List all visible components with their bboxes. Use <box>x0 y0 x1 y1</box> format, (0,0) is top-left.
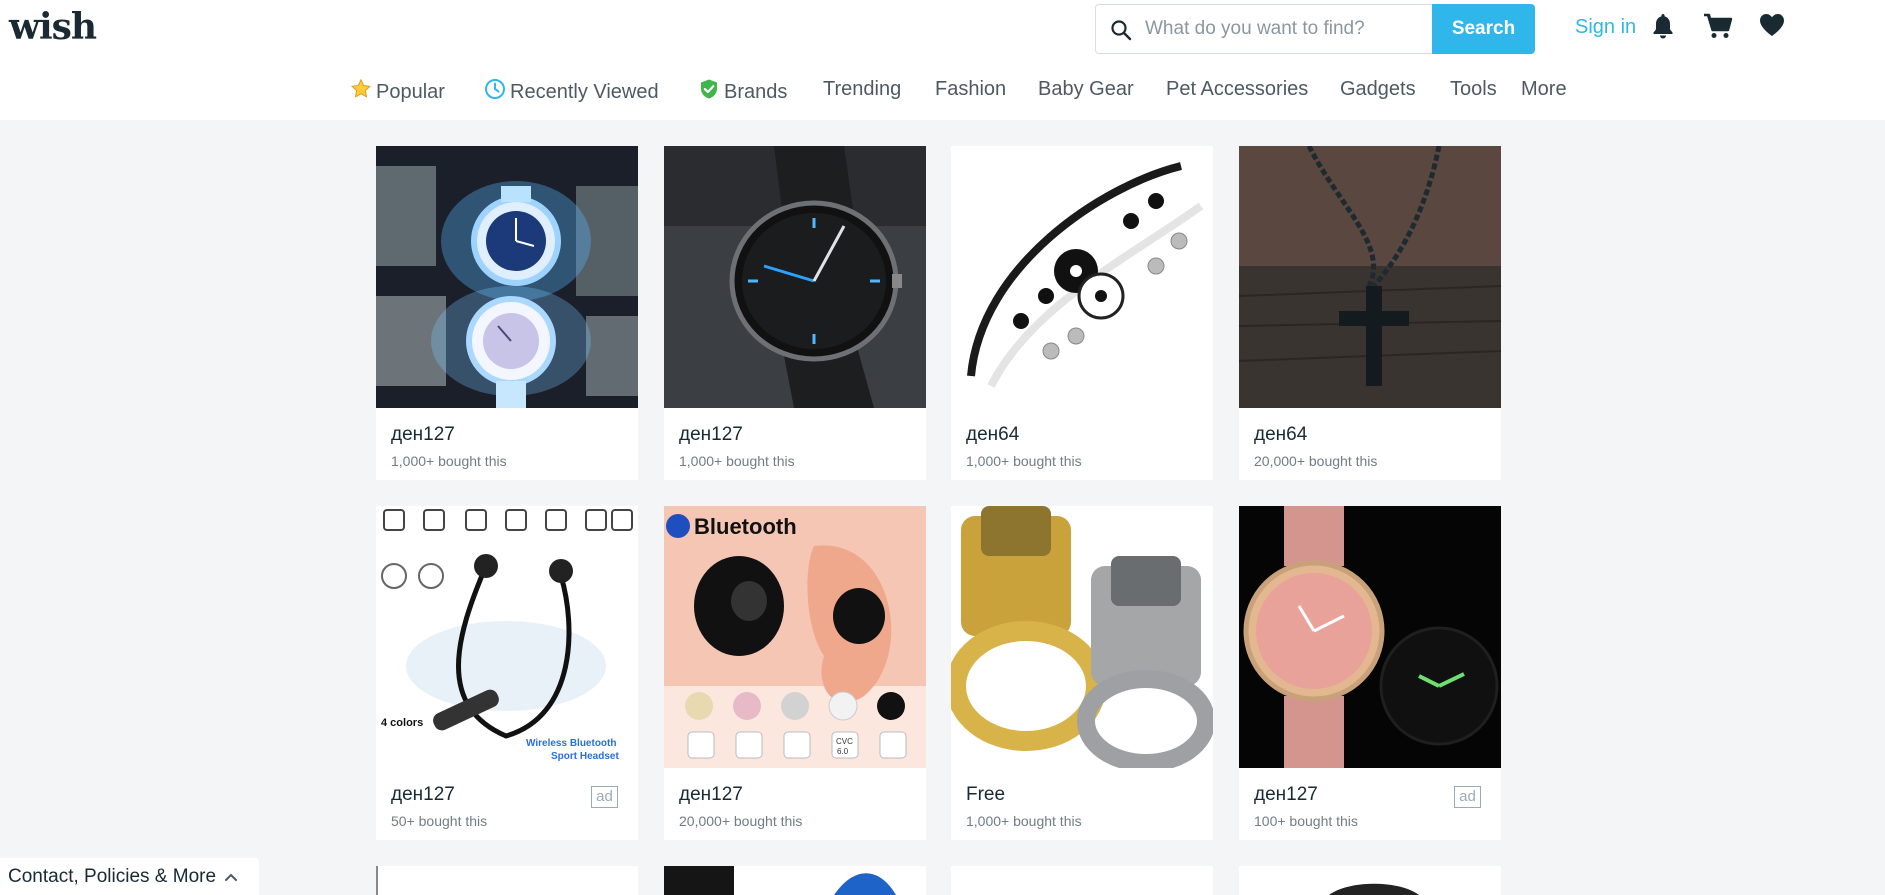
star-icon <box>350 78 376 106</box>
product-image-bluetooth-sport-headset[interactable]: 4 colors Wireless Bluetooth Sport Headse… <box>376 506 638 768</box>
product-bought-count: 1,000+ bought this <box>679 453 795 469</box>
nav-item-fashion[interactable]: Fashion <box>935 78 1006 101</box>
product-price: ден127 <box>679 784 743 805</box>
product-card[interactable] <box>951 866 1213 895</box>
nav-item-pet-accessories[interactable]: Pet Accessories <box>1166 78 1308 101</box>
chevron-up-icon <box>216 866 238 888</box>
cart-icon[interactable] <box>1703 12 1733 45</box>
wish-logo[interactable]: wish <box>9 6 97 48</box>
image-text-headset-line2: Sport Headset <box>551 751 619 762</box>
nav-label: Popular <box>376 80 445 103</box>
nav-label: Brands <box>724 80 788 103</box>
footer-label: Contact, Policies & More <box>8 865 217 887</box>
nav-label: Tools <box>1450 78 1497 100</box>
product-card[interactable] <box>664 866 926 895</box>
nav-label: Fashion <box>935 78 1007 100</box>
nav-label: Recently Viewed <box>510 80 659 103</box>
product-image-cross-necklace[interactable] <box>1239 146 1501 408</box>
heart-icon[interactable] <box>1758 12 1786 43</box>
nav-label: More <box>1521 78 1567 100</box>
image-text-colors: 4 colors <box>381 717 423 729</box>
product-image-yin-yang-bracelets[interactable] <box>951 146 1213 408</box>
footer-toggle[interactable]: Contact, Policies & More <box>0 858 259 895</box>
product-image-lighter-rings[interactable] <box>951 506 1213 768</box>
sign-in-link[interactable]: Sign in <box>1575 16 1636 39</box>
ad-badge: ad <box>1454 786 1481 808</box>
product-image-bluetooth-earbud[interactable]: Bluetooth CVC 6.0 <box>664 506 926 768</box>
image-text-headset-line1: Wireless Bluetooth <box>526 738 616 749</box>
product-price: ден127 <box>1254 784 1318 805</box>
nav-label: Baby Gear <box>1038 78 1134 100</box>
nav-label: Gadgets <box>1340 78 1416 100</box>
image-text-cvc: CVC <box>836 737 853 746</box>
nav-item-brands[interactable]: Brands <box>698 78 787 106</box>
product-bought-count: 50+ bought this <box>391 813 488 829</box>
product-bought-count: 20,000+ bought this <box>679 813 803 829</box>
search-box[interactable] <box>1095 4 1432 54</box>
product-bought-count: 1,000+ bought this <box>966 453 1082 469</box>
product-card[interactable]: 4 colors Wireless Bluetooth Sport Headse… <box>376 506 638 840</box>
product-image-partial <box>376 866 378 895</box>
product-image-partial <box>664 866 926 895</box>
product-bought-count: 20,000+ bought this <box>1254 453 1378 469</box>
product-card[interactable]: ден64 20,000+ bought this <box>1239 146 1501 480</box>
header: wish Search Sign in Popular Recently Vie… <box>0 0 1885 120</box>
search-input[interactable] <box>1145 5 1425 53</box>
nav-item-gadgets[interactable]: Gadgets <box>1340 78 1416 101</box>
product-price: ден127 <box>391 784 455 805</box>
nav-label: Pet Accessories <box>1166 78 1309 100</box>
product-price: ден127 <box>679 424 743 445</box>
nav-label: Trending <box>823 78 902 100</box>
product-price: Free <box>966 784 1006 805</box>
product-card[interactable]: ден64 1,000+ bought this <box>951 146 1213 480</box>
nav-item-tools[interactable]: Tools <box>1450 78 1497 101</box>
product-bought-count: 1,000+ bought this <box>391 453 507 469</box>
product-card[interactable]: ден127 1,000+ bought this <box>376 146 638 480</box>
product-card[interactable]: Free 1,000+ bought this <box>951 506 1213 840</box>
nav-item-trending[interactable]: Trending <box>823 78 901 101</box>
nav-item-more[interactable]: More <box>1521 78 1567 101</box>
product-card[interactable] <box>376 866 638 895</box>
bell-icon[interactable] <box>1652 12 1674 45</box>
ad-badge: ad <box>591 786 618 808</box>
product-image-glowing-watches[interactable] <box>376 146 638 408</box>
product-bought-count: 100+ bought this <box>1254 813 1358 829</box>
product-price: ден64 <box>1254 424 1308 445</box>
product-price: ден127 <box>391 424 455 445</box>
nav-item-recently-viewed[interactable]: Recently Viewed <box>484 78 659 106</box>
search-button[interactable]: Search <box>1432 4 1535 54</box>
product-card[interactable] <box>1239 866 1501 895</box>
image-text-bluetooth: Bluetooth <box>694 514 797 539</box>
product-image-black-mesh-watch[interactable] <box>664 146 926 408</box>
product-card[interactable]: ден127 1,000+ bought this <box>664 146 926 480</box>
product-image-pink-watch[interactable] <box>1239 506 1501 768</box>
category-nav: Popular Recently Viewed Brands Trending … <box>0 78 1885 108</box>
product-card[interactable]: ден127 100+ bought this ad <box>1239 506 1501 840</box>
product-image-partial <box>1329 883 1419 895</box>
search-icon <box>1110 19 1132 41</box>
product-bought-count: 1,000+ bought this <box>966 813 1082 829</box>
product-price: ден64 <box>966 424 1020 445</box>
nav-item-baby-gear[interactable]: Baby Gear <box>1038 78 1134 101</box>
nav-item-popular[interactable]: Popular <box>350 78 445 106</box>
product-card[interactable]: Bluetooth CVC 6.0 ден127 20,000+ bought … <box>664 506 926 840</box>
clock-icon <box>484 78 510 106</box>
image-text-cvc-version: 6.0 <box>837 747 849 756</box>
shield-check-icon <box>698 78 724 106</box>
